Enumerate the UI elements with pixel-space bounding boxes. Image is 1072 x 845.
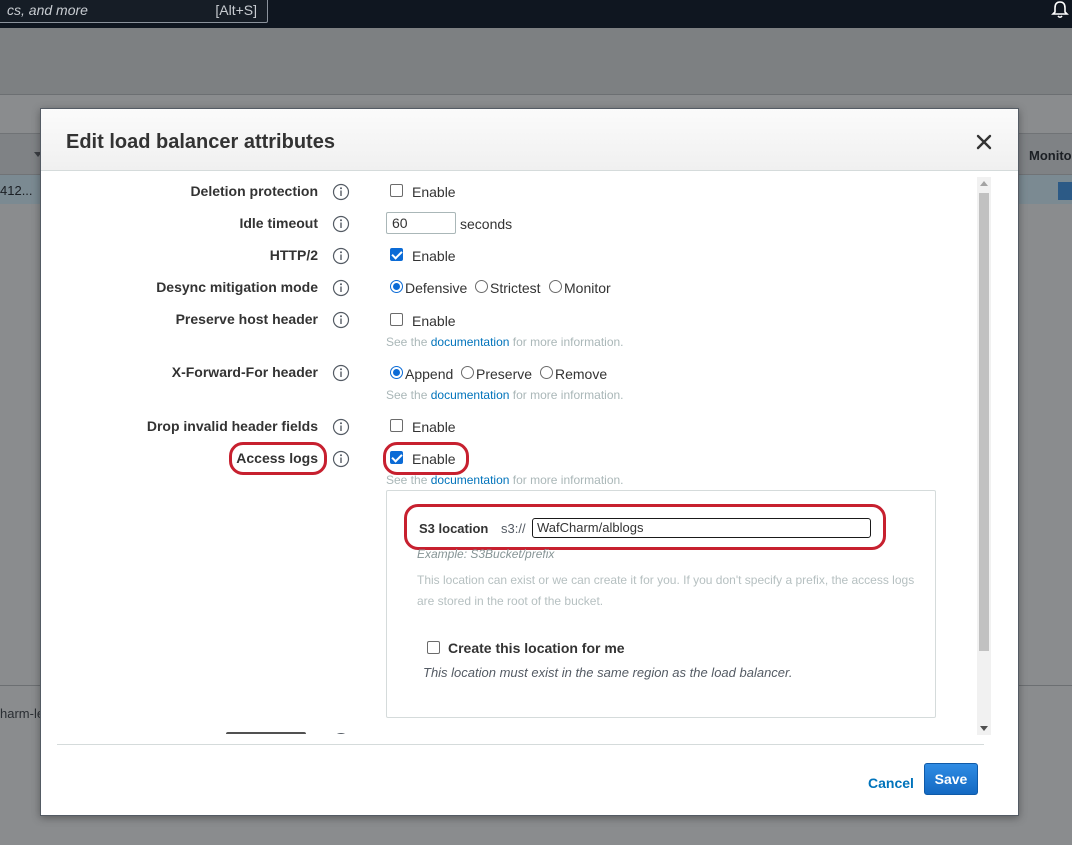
divider [0, 94, 1072, 95]
s3-location-label: S3 location [419, 521, 489, 536]
desync-monitor-label: Monitor [564, 280, 611, 296]
search-shortcut-hint: [Alt+S] [215, 2, 257, 18]
xff-preserve-label: Preserve [476, 366, 533, 382]
preserve-host-option: Enable [412, 313, 456, 329]
scroll-down-icon[interactable] [980, 726, 988, 731]
desync-strictest-label: Strictest [490, 280, 541, 296]
access-logs-hint: See the documentation for more informati… [386, 473, 624, 487]
info-icon[interactable] [332, 247, 350, 265]
x-forward-for-hint: See the documentation for more informati… [386, 388, 624, 402]
scroll-up-icon[interactable] [980, 181, 988, 186]
info-icon[interactable] [332, 418, 350, 436]
footer-divider [57, 744, 984, 745]
s3-location-input[interactable]: WafCharm/alblogs [532, 518, 871, 538]
create-location-checkbox[interactable] [427, 641, 440, 654]
save-button[interactable]: Save [924, 763, 978, 795]
console-top-bar: cs, and more [Alt+S] [0, 0, 1072, 28]
desync-monitor-radio[interactable] [549, 280, 562, 293]
preserve-host-checkbox[interactable] [390, 313, 403, 326]
create-location-note: This location must exist in the same reg… [423, 665, 793, 680]
info-icon[interactable] [332, 183, 350, 201]
cancel-button[interactable]: Cancel [868, 775, 914, 791]
info-icon[interactable] [332, 450, 350, 468]
idle-timeout-input[interactable]: 60 [386, 212, 456, 234]
s3-example-text: Example: S3Bucket/prefix [417, 547, 555, 561]
access-logs-option: Enable [412, 451, 456, 467]
preserve-host-label: Preserve host header [175, 311, 318, 327]
idle-timeout-label: Idle timeout [239, 215, 318, 231]
documentation-link[interactable]: documentation [431, 388, 510, 402]
s3-description: This location can exist or we can create… [417, 573, 915, 608]
scroll-thumb[interactable] [979, 193, 989, 651]
desync-defensive-radio[interactable] [390, 280, 403, 293]
table-cell: 412... [0, 183, 33, 198]
info-icon[interactable] [332, 279, 350, 297]
deletion-protection-option: Enable [412, 184, 456, 200]
s3-prefix: s3:// [501, 521, 526, 536]
idle-timeout-unit: seconds [460, 216, 513, 232]
documentation-link[interactable]: documentation [431, 335, 510, 349]
detail-text: harm-le [0, 706, 45, 721]
preserve-host-hint: See the documentation for more informati… [386, 335, 624, 349]
console-search-input[interactable]: cs, and more [Alt+S] [0, 0, 268, 23]
waf-label-partial [226, 732, 306, 734]
info-icon[interactable] [332, 733, 350, 734]
modal-header: Edit load balancer attributes [41, 109, 1018, 171]
access-logs-label: Access logs [236, 450, 318, 466]
modal-title: Edit load balancer attributes [66, 131, 335, 153]
console-header-band [0, 28, 1072, 94]
search-placeholder: cs, and more [7, 2, 88, 18]
http2-checkbox[interactable] [390, 248, 403, 261]
edit-attributes-modal: Edit load balancer attributes Deletion p… [40, 108, 1019, 816]
info-icon[interactable] [332, 215, 350, 233]
create-location-label: Create this location for me [448, 640, 625, 656]
modal-form: Deletion protection Enable Idle timeout … [41, 172, 1018, 734]
desync-strictest-radio[interactable] [475, 280, 488, 293]
info-icon[interactable] [332, 311, 350, 329]
close-icon[interactable] [973, 131, 995, 153]
status-cell [1058, 182, 1072, 200]
drop-invalid-option: Enable [412, 419, 456, 435]
xff-append-radio[interactable] [390, 366, 403, 379]
xff-remove-label: Remove [555, 366, 608, 382]
access-logs-checkbox[interactable] [390, 451, 403, 464]
x-forward-for-label: X-Forward-For header [171, 364, 318, 380]
modal-scrollbar[interactable] [977, 177, 991, 735]
http2-option: Enable [412, 248, 456, 264]
deletion-protection-label: Deletion protection [190, 183, 318, 199]
documentation-link[interactable]: documentation [431, 473, 510, 487]
http2-label: HTTP/2 [269, 247, 318, 263]
xff-preserve-radio[interactable] [461, 366, 474, 379]
xff-append-label: Append [405, 366, 454, 382]
drop-invalid-checkbox[interactable] [390, 419, 403, 432]
next-row-partial [41, 728, 1018, 734]
deletion-protection-checkbox[interactable] [390, 184, 403, 197]
bell-icon[interactable] [1050, 0, 1070, 20]
column-header-monitoring[interactable]: Monito [1029, 148, 1072, 163]
drop-invalid-label: Drop invalid header fields [146, 418, 318, 434]
info-icon[interactable] [332, 364, 350, 382]
s3-location-panel: S3 location s3:// WafCharm/alblogs Examp… [386, 490, 936, 718]
xff-remove-radio[interactable] [540, 366, 553, 379]
desync-defensive-label: Defensive [405, 280, 468, 296]
desync-mode-label: Desync mitigation mode [156, 279, 318, 295]
